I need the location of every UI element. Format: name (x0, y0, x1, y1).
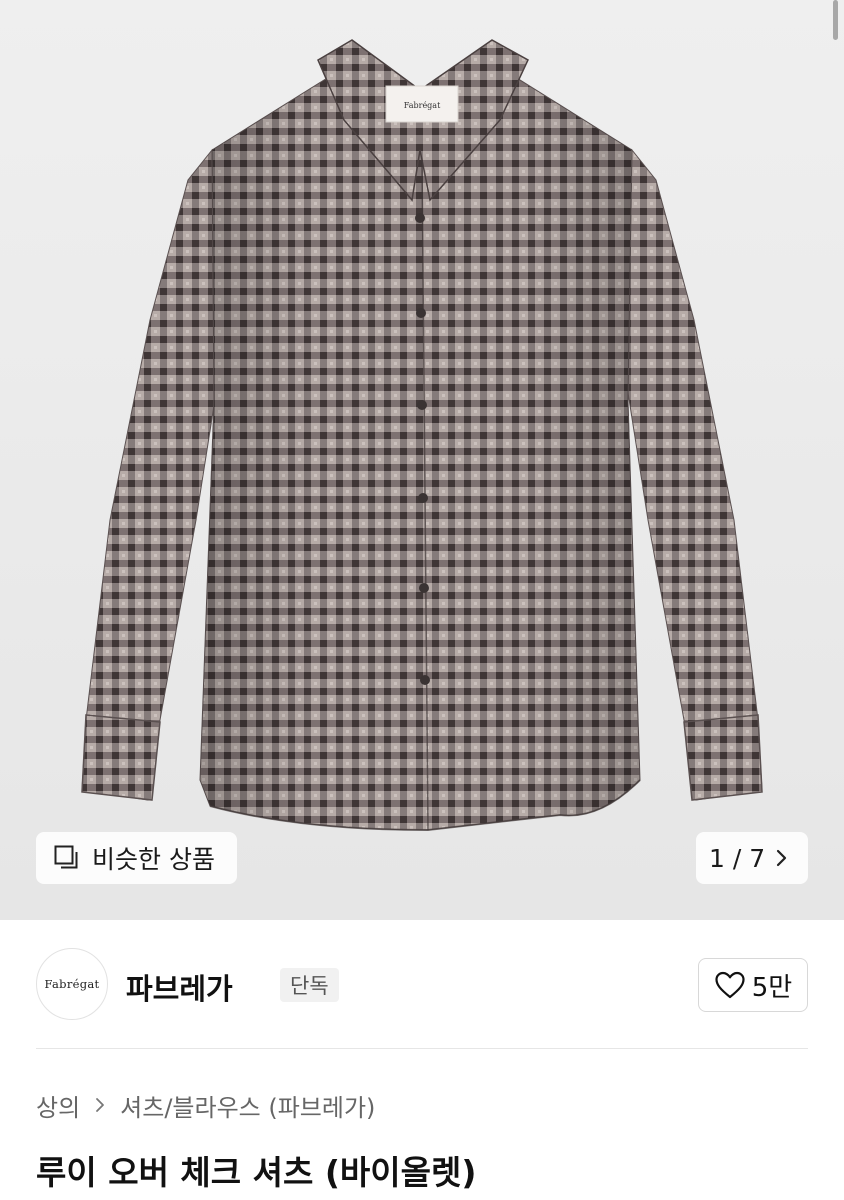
product-image: Fabrégat (81, 39, 763, 832)
shirt-neck-label: Fabrégat (404, 101, 441, 110)
similar-items-icon (54, 845, 78, 869)
product-image-gallery[interactable]: Fabrégat 비슷한 상품 1 / 7 (0, 0, 844, 920)
similar-products-button[interactable]: 비슷한 상품 (36, 832, 237, 884)
breadcrumb-item-subcategory[interactable]: 셔츠/블라우스 (파브레가) (120, 1088, 375, 1123)
heart-icon (715, 971, 745, 999)
chevron-right-icon (777, 849, 787, 867)
chevron-right-icon (96, 1098, 105, 1112)
brand-row: Fabrégat 파브레가 단독 5만 (36, 948, 808, 1022)
image-counter: 1 / 7 (709, 843, 766, 873)
like-button[interactable]: 5만 (698, 958, 808, 1012)
brand-logo[interactable]: Fabrégat (36, 948, 108, 1020)
exclusive-badge: 단독 (280, 968, 339, 1002)
scroll-indicator (833, 0, 838, 40)
product-title: 루이 오버 체크 셔츠 (바이올렛) (36, 1153, 477, 1192)
brand-name[interactable]: 파브레가 (126, 966, 233, 1008)
image-counter-button[interactable]: 1 / 7 (696, 832, 808, 884)
like-count: 5만 (751, 972, 793, 1003)
breadcrumb: 상의 셔츠/블라우스 (파브레가) (36, 1088, 375, 1122)
shirt-left-sleeve (81, 148, 219, 801)
similar-products-label: 비슷한 상품 (92, 845, 215, 874)
shirt-right-sleeve (625, 148, 763, 801)
breadcrumb-item-category[interactable]: 상의 (36, 1088, 80, 1123)
brand-logo-text: Fabrégat (44, 977, 100, 991)
divider (36, 1048, 808, 1049)
